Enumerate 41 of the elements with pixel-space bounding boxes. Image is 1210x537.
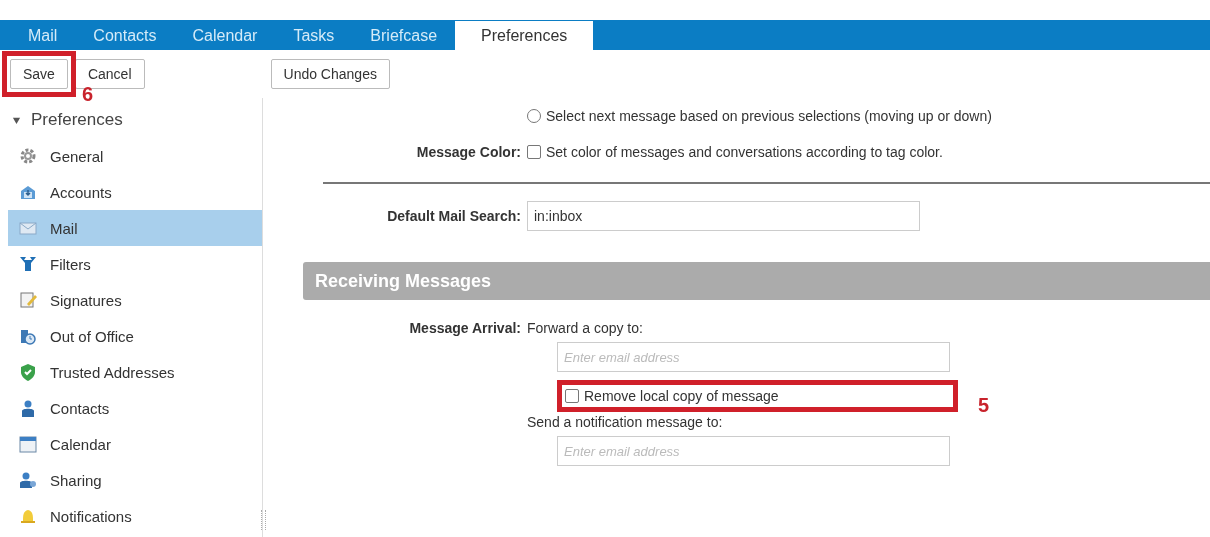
sidebar-item[interactable]: General — [8, 138, 262, 174]
sidebar-item[interactable]: Signatures — [8, 282, 262, 318]
calendar-icon — [18, 434, 38, 454]
checkbox-option[interactable]: Set color of messages and conversations according to tag color. — [527, 144, 943, 160]
email-field[interactable]: Enter email address — [557, 342, 950, 372]
sidebar-item[interactable]: Accounts — [8, 174, 262, 210]
nav-tab[interactable]: Preferences — [455, 21, 594, 50]
sidebar-item[interactable]: Notifications — [8, 498, 262, 534]
pen-icon — [18, 290, 38, 310]
filter-icon — [18, 254, 38, 274]
shield-icon — [18, 362, 38, 382]
field-label: Message Color: — [415, 144, 521, 160]
step-number: 5 — [978, 396, 990, 414]
field-label: Message Arrival: — [408, 320, 521, 336]
field-label: Forward a copy to: — [527, 320, 644, 336]
nav-tab[interactable]: Tasks — [275, 22, 353, 50]
sidebar-item[interactable]: Trusted Addresses — [8, 354, 262, 390]
nav-tab[interactable]: Calendar — [174, 22, 276, 50]
sidebar-item[interactable]: Contacts — [8, 390, 262, 426]
nav-tab[interactable]: Briefcase — [352, 22, 456, 50]
section-header: Receiving Messages — [303, 262, 1210, 300]
people-icon — [18, 470, 38, 490]
gear-icon — [18, 146, 38, 166]
radio-option[interactable]: Select next message based on previous selections (moving up or down) — [527, 108, 992, 124]
save-button[interactable]: Save — [10, 59, 68, 89]
sidebar-item[interactable]: Filters — [8, 246, 262, 282]
undo-changes-button[interactable]: Undo Changes — [270, 59, 390, 89]
sidebar-item[interactable]: Out of Office — [8, 318, 262, 354]
sidebar-item[interactable]: Sharing — [8, 462, 262, 498]
nav-tab[interactable]: Contacts — [75, 22, 175, 50]
nav-tab[interactable]: Mail — [10, 22, 76, 50]
sidebar-item[interactable]: Calendar — [8, 426, 262, 462]
field-label: Default Mail Search: — [386, 208, 521, 224]
sidebar-item[interactable]: Mail — [8, 210, 262, 246]
tree-header[interactable]: Preferences — [31, 110, 123, 130]
search-field[interactable]: in:inbox — [527, 201, 920, 231]
email-field[interactable]: Enter email address — [557, 436, 950, 466]
field-label: Send a notification message to: — [527, 414, 724, 430]
collapse-triangle-icon[interactable] — [12, 115, 21, 125]
checkbox-option[interactable]: Remove local copy of message — [565, 388, 950, 404]
resize-handle[interactable] — [261, 510, 266, 530]
